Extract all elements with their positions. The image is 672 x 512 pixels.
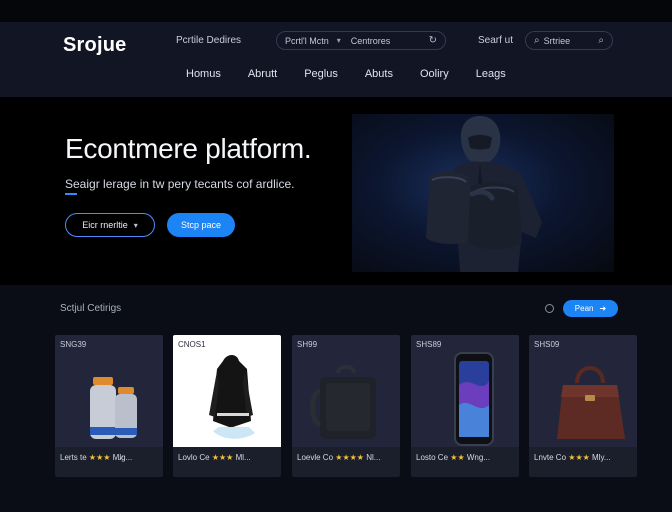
product-card[interactable]: SHS89 Losto Ce ★★ Wng... [411,335,519,477]
main-nav: Homus Abrutt Peglus Abuts Ooliry Leags [186,68,533,80]
filter-left-label: Pcrtl'l Mctn [285,35,329,46]
product-image [173,335,281,447]
product-name-suffix: Nl... [366,453,381,462]
filter-dropdown[interactable]: Pcrtl'l Mctn ▾ Centrores ↻ [276,31,446,50]
filter-right-label: Centrores [350,35,391,46]
hero-primary-button[interactable]: Stcp pace [167,213,235,237]
search-icon: ⌕ [534,35,540,46]
hero-banner: Econtmere platform. Seaigr lerage in tw … [0,97,672,285]
product-name: Lnvte Co ★★★ Mly... [534,453,611,462]
product-card[interactable]: CNOS1 Lovlo Ce ★★★ Ml... [173,335,281,477]
hero-title: Econtmere platform. [65,133,312,164]
product-price: SHS09 [534,340,560,349]
bottles-illustration [90,377,137,439]
arrow-right-icon: ➜ [599,304,607,313]
nav-item-blogs[interactable]: Leags [476,68,506,80]
handbag-illustration [557,366,625,439]
product-name-suffix: Ml̷g... [112,453,133,462]
product-price: SH99 [297,340,318,349]
chevron-down-icon: ▾ [336,36,341,45]
product-card[interactable]: SNG39 Lerts te ★★★ Ml̷g... [55,335,163,477]
product-name-text: Loevle Co [297,453,334,462]
product-name-suffix: Ml... [235,453,251,462]
product-price: SNG39 [60,340,87,349]
product-name: Lovlo Ce ★★★ Ml... [178,453,251,462]
rating-stars: ★★★ [211,453,234,462]
product-name-text: Losto Ce [416,453,449,462]
product-image [55,335,163,447]
search-label: Searf ut [478,35,514,46]
top-strip [0,0,672,22]
product-name-text: Lerts te [60,453,87,462]
search-submit-icon[interactable]: ⌕ [598,35,604,46]
product-image [292,335,400,447]
brand-logo[interactable]: Srojue [63,34,126,57]
phone-illustration [454,352,494,446]
carousel-dot-icon[interactable] [545,304,554,313]
view-all-label: Pean [574,304,594,313]
refresh-icon[interactable]: ↻ [429,35,437,46]
product-name: Lerts te ★★★ Ml̷g... [60,453,132,462]
hero-secondary-button[interactable]: Eicr rnerltie ▾ [65,213,155,237]
top-link[interactable]: Pcrtile Dedires [176,35,241,46]
nav-item-home[interactable]: Homus [186,68,221,80]
hero-image [352,114,614,272]
nav-item-about[interactable]: Abrutt [248,68,277,80]
product-image [529,335,637,447]
product-name-text: Lovlo Ce [178,453,210,462]
jacket-illustration [209,355,255,439]
hero-figure-illustration [426,116,542,272]
hero-accent-rule [65,193,77,195]
product-price: CNOS1 [178,340,206,349]
rating-stars: ★★★★ [335,453,364,462]
product-name: Loevle Co ★★★★ Nl... [297,453,380,462]
hero-secondary-label: Eicr rnerltie [82,220,128,230]
site-header: Srojue Pcrtile Dedires Pcrtl'l Mctn ▾ Ce… [0,22,672,97]
product-name-text: Lnvte Co [534,453,567,462]
view-all-button[interactable]: Pean ➜ [563,300,618,317]
product-card[interactable]: SH99 Loevle Co ★★★★ Nl... [292,335,400,477]
rating-stars: ★★ [450,453,465,462]
nav-item-pages[interactable]: Peglus [304,68,338,80]
product-name: Losto Ce ★★ Wng... [416,453,490,462]
nav-item-abouts[interactable]: Abuts [365,68,393,80]
hero-subtitle: Seaigr lerage in tw pery tecants cof ard… [65,177,295,191]
product-image [411,335,519,447]
nav-item-delivery[interactable]: Ooliry [420,68,449,80]
product-name-suffix: Mly... [592,453,611,462]
search-placeholder: Srtriee [543,35,571,46]
product-price: SHS89 [416,340,442,349]
rating-stars: ★★★ [88,453,111,462]
product-name-suffix: Wng... [466,453,490,462]
rating-stars: ★★★ [568,453,590,462]
chevron-down-icon: ▾ [133,220,138,230]
backpack-illustration [310,365,376,439]
section-title: Sctjul Cetirigs [60,303,122,314]
search-input[interactable]: ⌕ Srtriee ⌕ [525,31,613,50]
product-card[interactable]: SHS09 Lnvte Co ★★★ Mly... [529,335,637,477]
